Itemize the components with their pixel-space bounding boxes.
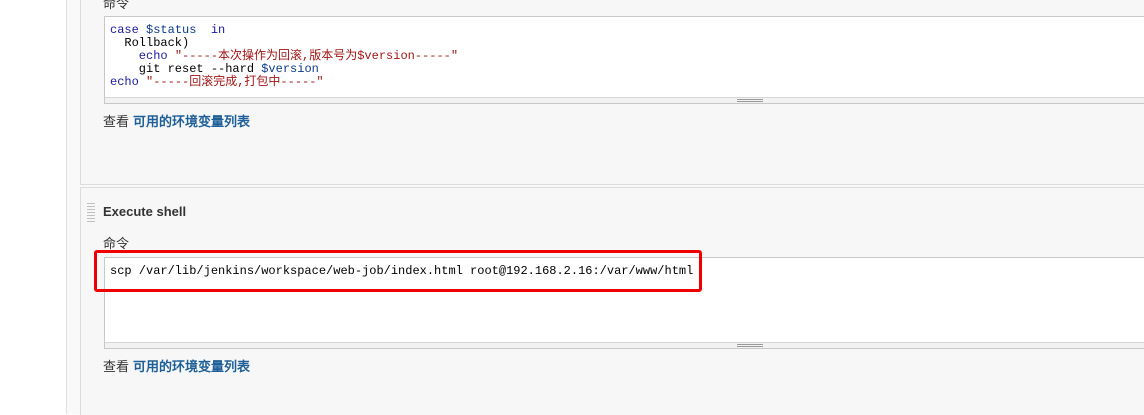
editor-resize-bar[interactable] [105, 342, 1144, 348]
env-vars-link[interactable]: 可用的环境变量列表 [133, 359, 250, 374]
code-line: case $status in [110, 24, 1139, 37]
env-vars-link[interactable]: 可用的环境变量列表 [133, 114, 250, 129]
code-token: echo [110, 75, 147, 89]
build-step-execute-shell: Execute shell 命令 scp /var/lib/jenkins/wo… [80, 187, 1144, 415]
code-token: "-----回滚完成,打包中-----" [146, 75, 324, 89]
editor-resize-bar[interactable] [105, 97, 1144, 103]
code-token: $version [261, 62, 319, 76]
help-prefix: 查看 [103, 359, 130, 374]
code-token: "-----本次操作为回滚,版本号为 [174, 49, 358, 63]
build-step-section-1: 命令 case $status in Rollback) echo "-----… [80, 0, 1144, 185]
command-label: 命令 [103, 0, 130, 11]
section-title: Execute shell [103, 204, 187, 219]
code-token: -----" [414, 49, 459, 63]
resize-grip-icon[interactable] [737, 344, 763, 347]
highlight-box [94, 250, 702, 292]
code-line: echo "-----回滚完成,打包中-----" [110, 76, 1139, 89]
command-code[interactable]: case $status in Rollback) echo "-----本次操… [105, 17, 1144, 96]
code-token: git reset --hard [110, 62, 262, 76]
code-token: $status [146, 23, 197, 37]
code-token: echo [110, 49, 175, 63]
env-vars-help: 查看 可用的环境变量列表 [103, 111, 250, 130]
code-token: Rollback) [110, 36, 190, 50]
code-token: $version [357, 49, 415, 63]
help-prefix: 查看 [103, 114, 130, 129]
code-token: in [196, 23, 226, 37]
env-vars-help: 查看 可用的环境变量列表 [103, 356, 250, 375]
resize-grip-icon[interactable] [737, 99, 763, 102]
code-token: case [110, 23, 147, 37]
command-editor-1[interactable]: case $status in Rollback) echo "-----本次操… [104, 16, 1144, 104]
drag-handle-icon[interactable] [87, 202, 95, 222]
left-pane [0, 0, 67, 414]
